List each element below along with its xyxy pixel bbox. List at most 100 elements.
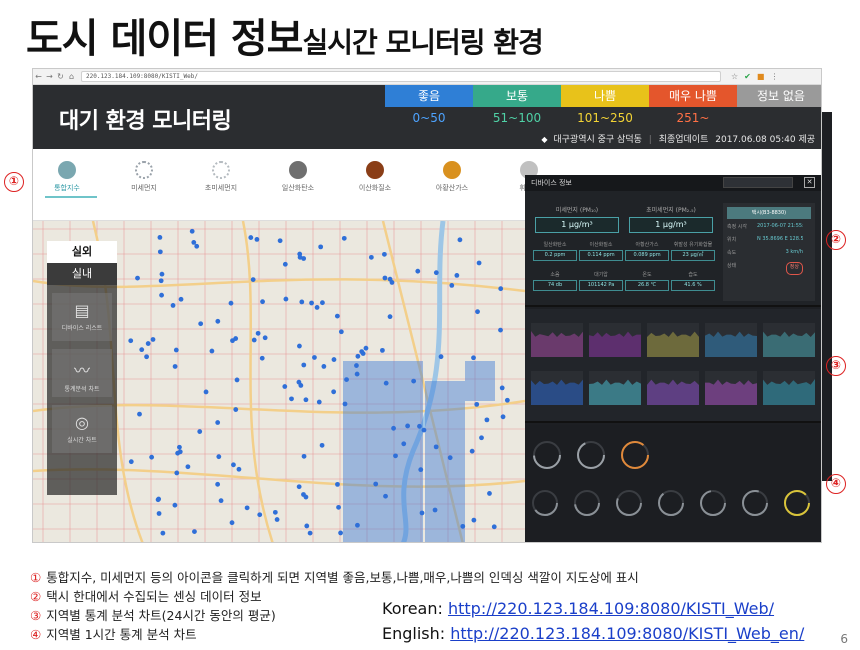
co-drop-icon (289, 161, 307, 179)
device-list-button[interactable]: ▤ 디바이스 리스트 (52, 293, 112, 341)
korean-link-label: Korean: (382, 599, 448, 618)
device-dot (504, 397, 510, 403)
device-dot (236, 466, 242, 472)
device-dot (259, 355, 265, 361)
info-label: 속도 (727, 250, 737, 256)
toolbar-item[interactable]: 일산화탄소 (266, 161, 330, 193)
info-value: 2017-06-07 21:55:38 (757, 223, 803, 229)
device-dot (257, 512, 263, 518)
so2-drop-icon (443, 161, 461, 179)
legend-label: 정보 없음 (737, 85, 821, 107)
slide-title: 도시 데이터 정보 (26, 16, 303, 62)
device-dot (150, 337, 156, 342)
tab-outdoor[interactable]: 실외 (47, 241, 117, 263)
device-dot (318, 244, 324, 250)
device-dot (301, 362, 307, 368)
gas-label: 습도 (688, 272, 698, 278)
gas-value: 41.6 % (671, 280, 715, 291)
device-dot (262, 335, 268, 341)
extension-orange-icon[interactable]: ■ (757, 72, 765, 81)
caption-number: ④ (30, 627, 42, 642)
home-icon[interactable]: ⌂ (66, 72, 77, 81)
toolbar-item[interactable]: 초미세먼지 (189, 161, 253, 193)
device-info-panel: 디바이스 정보 ✕ 미세먼지 (PM₁₀) 1 μg/m³ 초미세먼지 (PM₂… (525, 175, 821, 307)
toolbar-item[interactable]: 아황산가스 (420, 161, 484, 193)
toolbar-item[interactable]: 미세먼지 (112, 161, 176, 193)
device-dot (475, 309, 480, 315)
stats-chart-button[interactable]: 〰 통계분석 차트 (52, 349, 112, 397)
bookmark-star-icon[interactable]: ☆ (731, 72, 738, 81)
pm25-value: 1 μg/m³ (629, 217, 713, 233)
address-bar[interactable]: 220.123.184.109:8080/KISTI_Web/ (81, 71, 721, 82)
toolbar-item-label: 일산화탄소 (281, 184, 315, 192)
device-dot (155, 497, 161, 503)
hourly-stats-panel (525, 425, 821, 542)
app-screenshot: ← → ↻ ⌂ 220.123.184.109:8080/KISTI_Web/ … (32, 68, 822, 543)
realtime-chart-label: 실시간 차트 (67, 437, 97, 444)
legend-label: 좋음 (385, 85, 473, 107)
device-dot (299, 299, 305, 305)
gas-label: 소음 (550, 272, 560, 278)
realtime-chart-button[interactable]: ◎ 실시간 차트 (52, 405, 112, 453)
toolbar-item[interactable]: 통합지수 (35, 161, 99, 193)
location-text: 대구광역시 중구 삼덕동 (553, 135, 642, 145)
device-dot (307, 530, 313, 536)
info-row: 상태 정상 (727, 262, 811, 275)
device-dot (355, 353, 361, 359)
device-dot (405, 423, 411, 429)
app-title: 대기 환경 모니터링 (59, 109, 232, 134)
english-link[interactable]: http://220.123.184.109:8080/KISTI_Web_en… (450, 624, 804, 643)
korean-link[interactable]: http://220.123.184.109:8080/KISTI_Web/ (448, 599, 774, 618)
map-view[interactable]: 실외 실내 ▤ 디바이스 리스트 〰 통계분석 차트 ◎ 실시간 차트 (33, 221, 525, 542)
device-dot (145, 341, 151, 346)
device-dot (234, 377, 240, 383)
device-dot (233, 336, 239, 341)
tab-indoor[interactable]: 실내 (47, 263, 117, 285)
fine-dust-icon (212, 161, 230, 179)
air-quality-legend: 좋음 0~50 보통 51~100 나쁨 101~250 매우 나쁨 251~ 정보 없음 (385, 85, 821, 129)
device-dot (178, 296, 184, 302)
device-dot (173, 347, 179, 353)
toolbar-item-label: 통합지수 (54, 184, 80, 192)
device-dot (304, 523, 310, 529)
pm10-value: 1 μg/m³ (535, 217, 619, 233)
device-dot (250, 277, 256, 282)
forward-icon[interactable]: → (44, 72, 55, 81)
device-dot (160, 530, 166, 536)
device-dot (277, 238, 283, 244)
device-dot (335, 481, 340, 487)
toolbar-item[interactable]: 이산화질소 (343, 161, 407, 193)
back-icon[interactable]: ← (33, 72, 44, 81)
menu-icon[interactable]: ⋮ (770, 72, 778, 81)
device-dot (309, 300, 314, 306)
device-info-header: 디바이스 정보 ✕ (525, 175, 821, 191)
update-label: 최종업데이트 (658, 135, 709, 145)
device-dot (233, 407, 239, 412)
device-dot (139, 347, 145, 353)
close-icon[interactable]: ✕ (804, 177, 815, 188)
legend-label: 보통 (473, 85, 561, 107)
info-label: 상태 (727, 263, 737, 269)
device-dot (248, 235, 254, 240)
location-diamond-icon: ◆ (541, 135, 548, 144)
marker-3: ③ (826, 356, 846, 376)
toolbar-item-label: 이산화질소 (358, 184, 392, 192)
reload-icon[interactable]: ↻ (55, 72, 66, 81)
device-dot (447, 455, 453, 461)
gas-reading: 일산화탄소 0.2 ppm (533, 241, 577, 261)
gas-reading: 아황산가스 0.089 ppm (625, 241, 669, 261)
browser-toolbar: ← → ↻ ⌂ 220.123.184.109:8080/KISTI_Web/ … (33, 69, 821, 85)
device-search-input[interactable] (723, 177, 793, 188)
page-number: 6 (840, 632, 848, 646)
extension-check-icon[interactable]: ✔ (744, 72, 751, 81)
device-dot (254, 236, 260, 242)
device-dot (382, 275, 388, 281)
chart-icon: 〰 (73, 361, 90, 380)
device-dot (283, 296, 289, 302)
gas-value: 0.089 ppm (625, 250, 669, 261)
device-dot (316, 399, 322, 405)
device-dot (476, 260, 482, 266)
device-dot (296, 379, 302, 385)
device-dot (128, 459, 134, 465)
device-dot (387, 314, 393, 320)
